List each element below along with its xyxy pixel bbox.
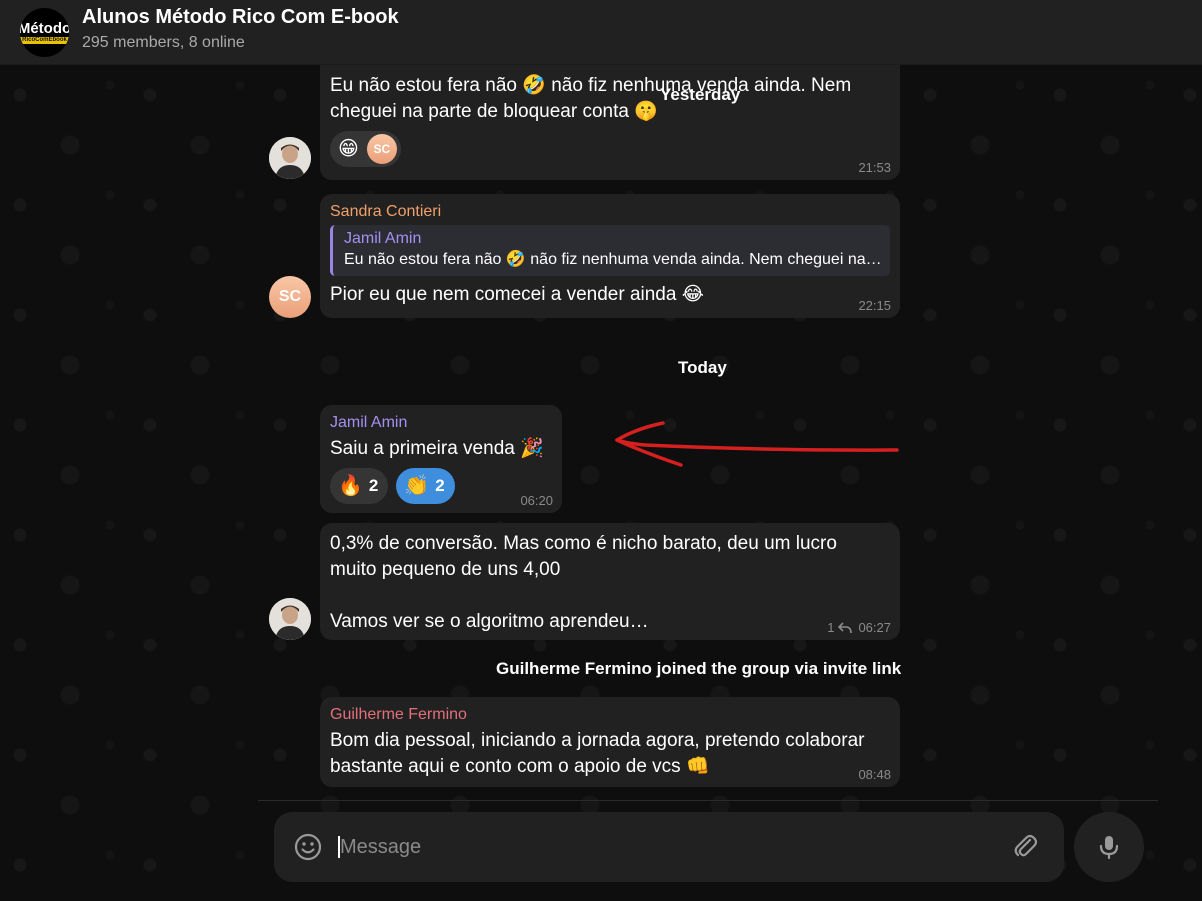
message-meta: 1 06:27 (827, 620, 891, 635)
sender-name[interactable]: Jamil Amin (330, 413, 552, 433)
sender-name[interactable]: Guilherme Fermino (330, 705, 890, 725)
date-separator: Yesterday (660, 85, 741, 104)
sender-name[interactable]: Sandra Contieri (330, 202, 890, 222)
reaction-emoji: 👏 (404, 475, 430, 497)
message-input[interactable]: Message (340, 836, 421, 859)
message-text-line: Vamos ver se o algoritmo aprendeu… (330, 611, 649, 632)
message-text-line: bastante aqui e conto com o apoio de vcs… (330, 756, 710, 777)
avatar[interactable] (269, 137, 311, 179)
smiley-icon (294, 833, 322, 861)
message-time: 08:48 (858, 767, 891, 782)
avatar[interactable] (269, 598, 311, 640)
reactions-bar: 😁 SC (330, 131, 890, 167)
microphone-icon (1099, 836, 1119, 860)
message-bubble[interactable]: Jamil Amin Saiu a primeira venda 🎉 🔥 2 👏… (320, 405, 562, 513)
paperclip-icon (1014, 834, 1038, 857)
reactor-avatar: SC (366, 134, 397, 164)
message-composer[interactable]: Message (274, 812, 1064, 882)
message-bubble[interactable]: Eu não estou fera não 🤣 não fiz nenhuma … (320, 55, 900, 180)
chat-subtitle: 295 members, 8 online (82, 34, 245, 51)
attach-button[interactable] (1010, 831, 1042, 863)
group-avatar[interactable]: Método RicoComEbook (20, 8, 69, 57)
message-bubble[interactable]: 0,3% de conversão. Mas como é nicho bara… (320, 523, 900, 640)
emoji-button[interactable] (292, 831, 324, 863)
voice-record-button[interactable] (1074, 812, 1144, 882)
reply-preview[interactable]: Jamil Amin Eu não estou fera não 🤣 não f… (330, 225, 890, 276)
reaction-chip[interactable]: 🔥 2 (330, 468, 389, 504)
chat-header[interactable]: Método RicoComEbook Alunos Método Rico C… (0, 0, 1202, 65)
service-message: Guilherme Fermino joined the group via i… (496, 659, 902, 678)
reply-text: Eu não estou fera não 🤣 não fiz nenhuma … (344, 251, 882, 268)
chat-title[interactable]: Alunos Método Rico Com E-book (82, 6, 399, 29)
message-text: Pior eu que nem comecei a vender ainda 😂 (330, 284, 704, 305)
reaction-emoji: 🔥 (338, 475, 363, 497)
group-avatar-logo-text: Método (20, 19, 69, 37)
message-bubble[interactable]: Sandra Contieri Jamil Amin Eu não estou … (320, 194, 900, 318)
avatar[interactable]: SC (269, 276, 311, 318)
message-text-line: muito pequeno de uns 4,00 (330, 559, 561, 580)
annotation-arrow (615, 421, 899, 467)
message-text-line: cheguei na parte de bloquear conta 🤫 (330, 101, 658, 122)
reaction-count: 2 (435, 476, 445, 495)
reaction-chip[interactable]: 👏 2 (396, 468, 455, 504)
message-text-line: Bom dia pessoal, iniciando a jornada ago… (330, 730, 865, 751)
reply-icon (838, 621, 853, 633)
reply-count[interactable]: 1 (827, 620, 834, 635)
reaction-chip[interactable]: 😁 SC (330, 131, 401, 167)
message-text: Saiu a primeira venda 🎉 (330, 438, 544, 459)
reply-sender-name: Jamil Amin (344, 230, 422, 247)
message-time: 21:53 (858, 160, 891, 175)
message-bubble[interactable]: Guilherme Fermino Bom dia pessoal, inici… (320, 697, 900, 787)
reactions-bar: 🔥 2 👏 2 (330, 468, 552, 504)
date-separator: Today (678, 358, 727, 377)
message-time: 06:20 (520, 493, 553, 508)
message-text-line: Eu não estou fera não 🤣 não fiz nenhuma … (330, 75, 852, 96)
reaction-emoji: 😁 (338, 138, 359, 160)
divider (258, 800, 1158, 801)
message-text-line: 0,3% de conversão. Mas como é nicho bara… (330, 533, 837, 554)
message-time: 22:15 (858, 298, 891, 313)
message-time: 06:27 (858, 620, 891, 635)
group-avatar-logo-subtext: RicoComEbook (20, 36, 69, 44)
reaction-count: 2 (368, 476, 379, 495)
